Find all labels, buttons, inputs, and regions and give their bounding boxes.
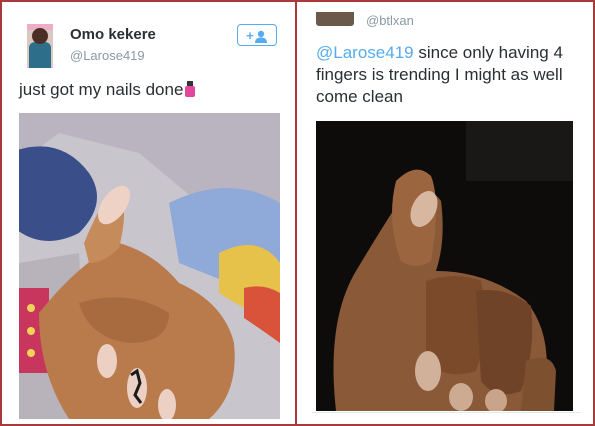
tweet-photo[interactable]	[316, 121, 573, 411]
tweet-left: Omo kekere @Larose419 + just got my nail…	[2, 2, 295, 424]
person-icon	[254, 30, 267, 44]
tweet-text-body: just got my nails done	[19, 80, 184, 99]
nail-polish-icon	[184, 81, 196, 97]
avatar[interactable]	[316, 12, 354, 26]
user-handle[interactable]: @btlxan	[366, 13, 414, 28]
follow-button[interactable]: +	[237, 24, 277, 46]
tweet-text: just got my nails done	[19, 80, 196, 100]
follow-label: +	[246, 28, 254, 43]
tweet-right: @btlxan @Larose419 since only having 4 f…	[297, 2, 593, 424]
mention-link[interactable]: @Larose419	[316, 43, 414, 62]
display-name[interactable]: Omo kekere	[70, 26, 156, 43]
avatar[interactable]	[27, 24, 53, 68]
user-handle[interactable]: @Larose419	[70, 48, 145, 63]
tweet-photo[interactable]	[19, 113, 280, 419]
tweet-text: @Larose419 since only having 4 fingers i…	[316, 42, 576, 108]
divider-line	[312, 412, 580, 413]
